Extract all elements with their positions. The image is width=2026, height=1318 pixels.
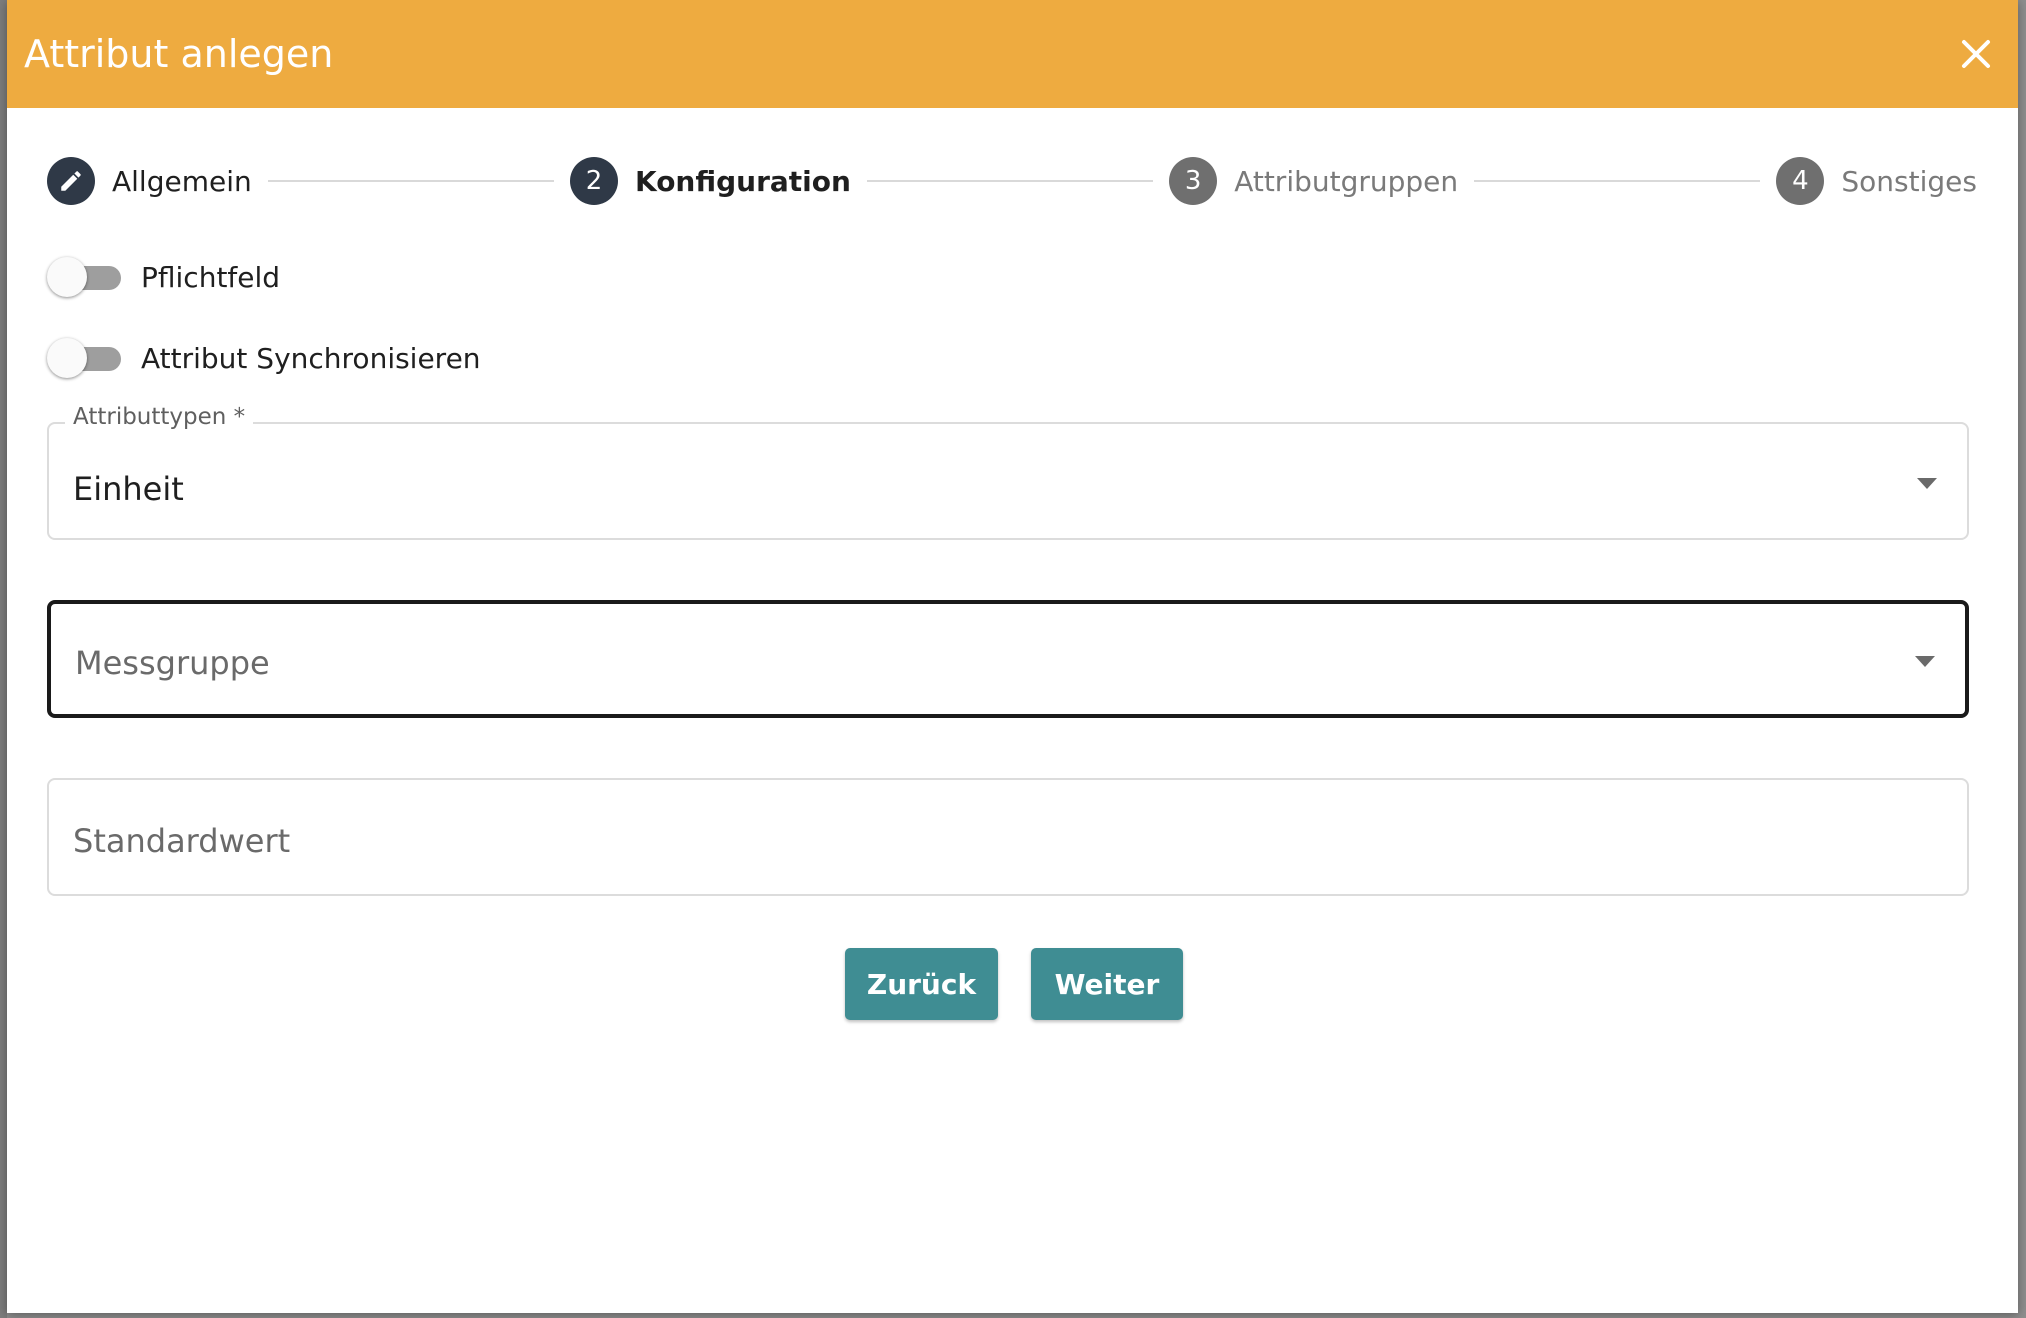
chevron-down-icon (1915, 656, 1935, 667)
sync-toggle[interactable] (47, 336, 125, 380)
backdrop (0, 0, 7, 1318)
step-general[interactable]: Allgemein (47, 157, 252, 205)
dialog-title: Attribut anlegen (24, 32, 334, 76)
close-icon[interactable] (1956, 34, 1996, 74)
back-button[interactable]: Zurück (845, 948, 998, 1020)
attribute-type-value: Einheit (73, 470, 184, 508)
attribute-type-label: Attributtypen * (65, 404, 254, 430)
step-other[interactable]: 4 Sonstiges (1776, 157, 1977, 205)
next-button[interactable]: Weiter (1031, 948, 1183, 1020)
stepper: Allgemein 2 Konfiguration 3 Attributgrup… (47, 156, 1977, 206)
step-connector (267, 180, 554, 182)
step-connector (1474, 180, 1761, 182)
default-value-placeholder: Standardwert (73, 822, 291, 860)
chevron-down-icon (1917, 478, 1937, 489)
required-toggle-label: Pflichtfeld (141, 260, 281, 294)
sync-toggle-label: Attribut Synchronisieren (141, 341, 481, 375)
attribute-type-select[interactable]: Attributtypen * Einheit (47, 404, 1969, 540)
step-number-3: 3 (1169, 157, 1218, 205)
default-value-input[interactable]: Standardwert (47, 778, 1969, 896)
step-number-4: 4 (1776, 157, 1825, 205)
pencil-icon (47, 157, 95, 205)
required-toggle[interactable] (47, 255, 125, 299)
step-label-attribute-groups: Attributgruppen (1234, 164, 1459, 198)
measure-group-select[interactable]: Messgruppe (47, 600, 1969, 718)
measure-group-placeholder: Messgruppe (75, 644, 270, 682)
step-label-other: Sonstiges (1841, 164, 1977, 198)
step-label-configuration: Konfiguration (634, 164, 851, 198)
step-attribute-groups[interactable]: 3 Attributgruppen (1169, 157, 1458, 205)
step-connector (866, 180, 1154, 182)
step-configuration[interactable]: 2 Konfiguration (569, 157, 851, 205)
toggle-knob (47, 257, 87, 297)
dialog-header: Attribut anlegen (7, 0, 2018, 108)
sync-toggle-row: Attribut Synchronisieren (47, 336, 481, 380)
step-number-2: 2 (569, 157, 618, 205)
toggle-knob (47, 338, 87, 378)
required-toggle-row: Pflichtfeld (47, 255, 280, 299)
step-label-general: Allgemein (112, 164, 252, 198)
